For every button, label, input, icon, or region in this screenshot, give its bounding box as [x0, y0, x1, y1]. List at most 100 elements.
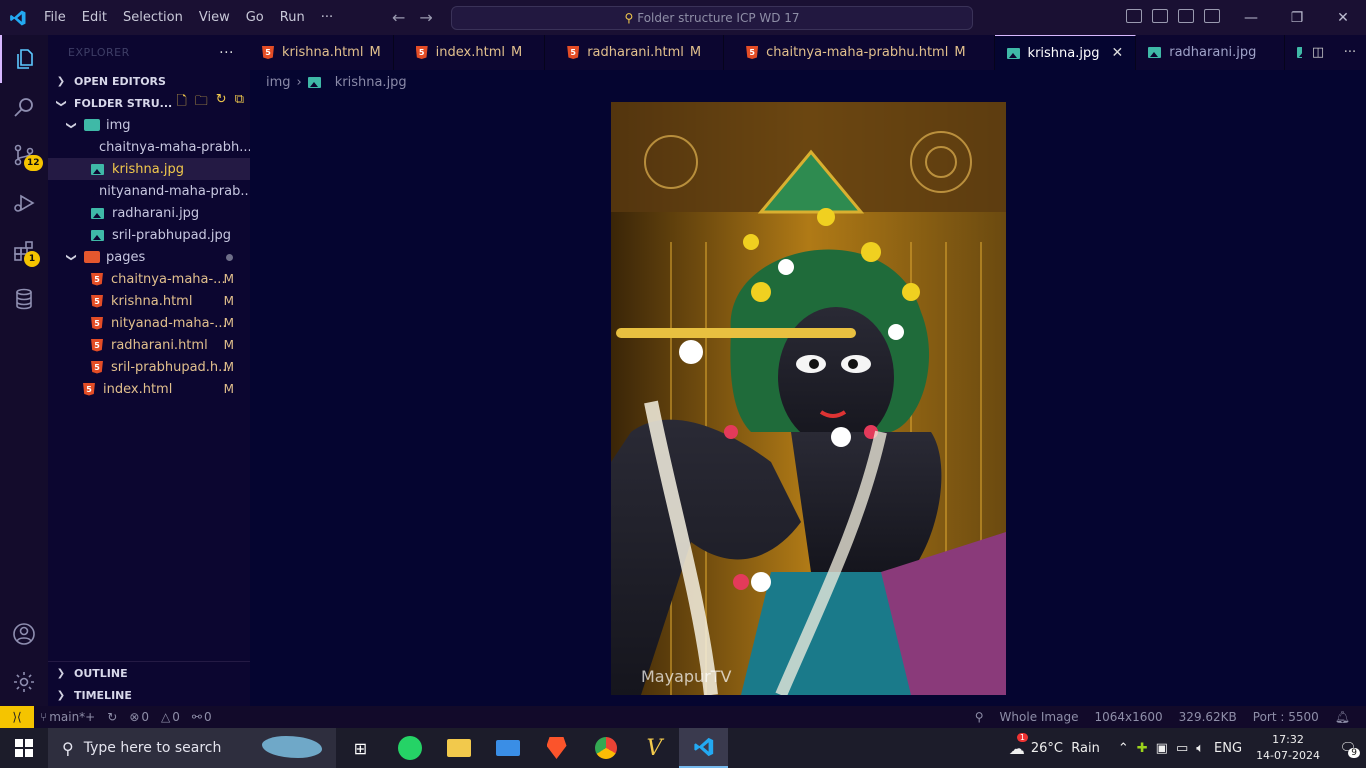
chevron-right-icon: ›: [296, 74, 302, 90]
tree-folder-pages[interactable]: ❯ pages: [48, 246, 250, 268]
meet-now-icon[interactable]: ▣: [1156, 741, 1168, 756]
chrome-icon[interactable]: [581, 728, 630, 768]
toggle-primary-sidebar-icon[interactable]: [1126, 9, 1142, 23]
menu-file[interactable]: File: [36, 0, 74, 35]
mail-icon[interactable]: [483, 728, 532, 768]
open-editors-section[interactable]: ❯ OPEN EDITORS: [48, 70, 250, 92]
search-icon[interactable]: [0, 83, 48, 131]
tree-file[interactable]: 5 radharani.html M: [48, 334, 250, 356]
explorer-icon[interactable]: [0, 35, 48, 83]
tab-chaitnya-html[interactable]: 5 chaitnya-maha-prabhu.html M: [724, 35, 995, 70]
settings-gear-icon[interactable]: [0, 658, 48, 706]
close-tab-icon[interactable]: ✕: [1112, 45, 1124, 61]
notifications-bell-icon[interactable]: 🔔︎: [1335, 710, 1350, 724]
vim-app-icon[interactable]: V: [630, 728, 679, 768]
remote-indicator-icon[interactable]: ⟩⟨: [0, 706, 34, 728]
breadcrumb-folder[interactable]: img: [266, 75, 291, 90]
back-arrow-icon[interactable]: ←: [392, 8, 405, 27]
tab-index-html[interactable]: 5 index.html M: [394, 35, 546, 70]
new-file-icon[interactable]: 🗋: [176, 92, 186, 114]
error-count[interactable]: 0: [141, 710, 149, 724]
whatsapp-icon[interactable]: [385, 728, 434, 768]
tree-file[interactable]: 5 sril-prabhupad.h... M: [48, 356, 250, 378]
file-name: chaitnya-maha-...: [111, 271, 226, 287]
menu-go[interactable]: Go: [238, 0, 272, 35]
tree-folder-img[interactable]: ❯ img: [48, 114, 250, 136]
extensions-icon[interactable]: 1: [0, 227, 48, 275]
ports-icon: ⚯: [191, 710, 202, 724]
live-server-port[interactable]: Port : 5500: [1253, 710, 1319, 724]
source-control-icon[interactable]: 12: [0, 131, 48, 179]
modified-status: M: [369, 45, 381, 60]
tree-file[interactable]: 5 krishna.html M: [48, 290, 250, 312]
warning-count[interactable]: 0: [172, 710, 180, 724]
tray-app-icon[interactable]: ✚: [1137, 741, 1148, 756]
volume-icon[interactable]: 🔈︎: [1196, 741, 1204, 756]
clock[interactable]: 17:32 14-07-2024: [1246, 732, 1330, 764]
breadcrumb-file[interactable]: krishna.jpg: [335, 75, 407, 90]
ports-count[interactable]: 0: [204, 710, 212, 724]
sync-icon[interactable]: ↻: [107, 710, 117, 724]
tree-file-selected[interactable]: krishna.jpg: [48, 158, 250, 180]
tree-file[interactable]: sril-prabhupad.jpg: [48, 224, 250, 246]
file-explorer-icon[interactable]: [434, 728, 483, 768]
tab-krishna-html[interactable]: 5 krishna.html M: [250, 35, 394, 70]
tab-radharani-html[interactable]: 5 radharani.html M: [545, 35, 725, 70]
zoom-icon[interactable]: ⚲: [975, 710, 984, 724]
more-actions-icon[interactable]: ···: [1344, 45, 1356, 60]
tree-file[interactable]: radharani.jpg: [48, 202, 250, 224]
zoom-mode[interactable]: Whole Image: [1000, 710, 1079, 724]
command-center-search[interactable]: ⚲ Folder structure ICP WD 17: [451, 6, 973, 30]
folder-section[interactable]: ❯ FOLDER STRU... 🗋 🗀 ↻ ⧉: [48, 92, 250, 114]
html-file-icon: 5: [567, 46, 580, 59]
windows-start-icon[interactable]: [0, 728, 48, 768]
notification-center-icon[interactable]: 🗨︎ 9: [1330, 741, 1366, 758]
krishna-deity-image[interactable]: MayapurTV: [611, 102, 1006, 695]
taskbar-search-box[interactable]: ⚲ Type here to search: [48, 728, 336, 768]
menu-more[interactable]: ···: [313, 0, 341, 35]
image-file-icon: [91, 163, 104, 175]
extensions-badge: 1: [24, 251, 40, 267]
forward-arrow-icon[interactable]: →: [419, 8, 432, 27]
restore-button[interactable]: ❐: [1274, 10, 1320, 26]
tree-file[interactable]: 5 index.html M: [48, 378, 250, 400]
new-folder-icon[interactable]: 🗀: [195, 92, 208, 114]
menu-view[interactable]: View: [191, 0, 238, 35]
tab-label: radharani.jpg: [1169, 45, 1257, 60]
chevron-up-icon[interactable]: ⌃: [1118, 741, 1129, 756]
more-actions-icon[interactable]: ···: [219, 45, 234, 61]
menu-selection[interactable]: Selection: [115, 0, 191, 35]
toggle-panel-icon[interactable]: [1152, 9, 1168, 23]
tab-krishna-jpg[interactable]: krishna.jpg ✕: [994, 35, 1137, 70]
database-icon[interactable]: [0, 275, 48, 323]
html-file-icon: 5: [91, 272, 103, 286]
refresh-icon[interactable]: ↻: [216, 92, 227, 114]
minimize-button[interactable]: —: [1228, 10, 1274, 26]
outline-section[interactable]: ❯ OUTLINE: [48, 662, 250, 684]
language-indicator[interactable]: ENG: [1214, 741, 1242, 756]
menu-edit[interactable]: Edit: [74, 0, 115, 35]
toggle-secondary-sidebar-icon[interactable]: [1178, 9, 1194, 23]
tree-file[interactable]: nityanand-maha-prab...: [48, 180, 250, 202]
tree-file[interactable]: 5 chaitnya-maha-... M: [48, 268, 250, 290]
brave-browser-icon[interactable]: [532, 728, 581, 768]
battery-icon[interactable]: ▭: [1176, 741, 1188, 756]
timeline-section[interactable]: ❯ TIMELINE: [48, 684, 250, 706]
split-editor-icon[interactable]: ◫: [1312, 45, 1324, 60]
customize-layout-icon[interactable]: [1204, 9, 1220, 23]
task-view-icon[interactable]: ⊞: [336, 728, 385, 768]
html-file-icon: 5: [262, 46, 274, 59]
tree-file[interactable]: 5 nityanad-maha-... M: [48, 312, 250, 334]
git-branch[interactable]: main*+: [49, 710, 95, 724]
vscode-taskbar-icon[interactable]: [679, 728, 728, 768]
folder-name: img: [106, 117, 131, 133]
close-window-button[interactable]: ✕: [1320, 10, 1366, 26]
run-debug-icon[interactable]: [0, 179, 48, 227]
tree-file[interactable]: chaitnya-maha-prabh...: [48, 136, 250, 158]
menu-run[interactable]: Run: [272, 0, 313, 35]
weather-text[interactable]: 26°C Rain: [1031, 741, 1100, 756]
collapse-all-icon[interactable]: ⧉: [235, 92, 244, 114]
tab-radharani-jpg[interactable]: radharani.jpg: [1136, 35, 1286, 70]
weather-icon[interactable]: ☁ 1: [1009, 732, 1028, 758]
accounts-icon[interactable]: [0, 610, 48, 658]
